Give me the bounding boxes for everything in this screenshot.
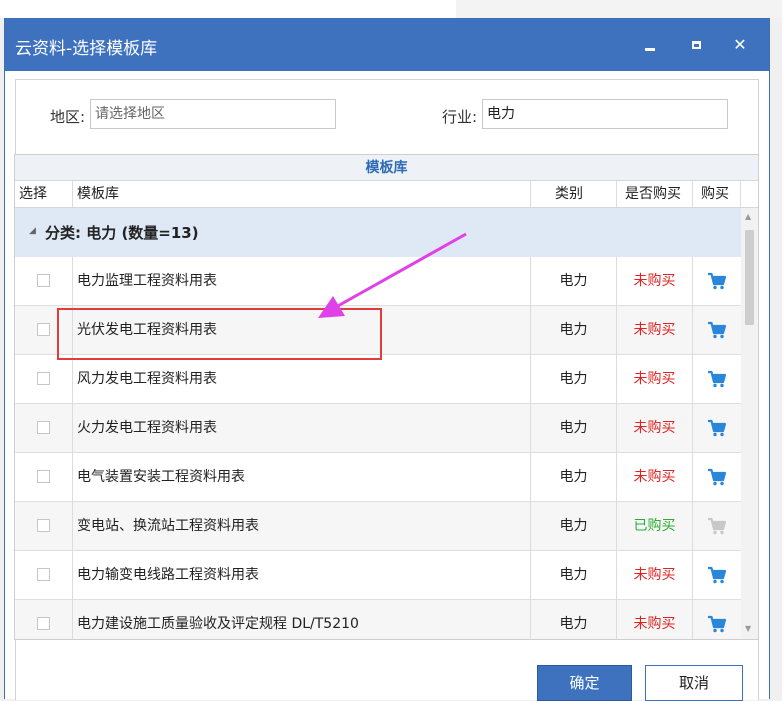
template-category: 电力	[531, 306, 617, 354]
table-row[interactable]: 电力建设施工质量验收及评定规程 DL/T5210 电力 未购买	[15, 600, 741, 639]
grid-title: 模板库	[15, 155, 758, 181]
table-row[interactable]: 电力输变电线路工程资料用表 电力 未购买	[15, 551, 741, 600]
table-row[interactable]: 电气装置安装工程资料用表 电力 未购买	[15, 453, 741, 502]
column-buy[interactable]: 购买	[693, 181, 741, 207]
minimize-button[interactable]	[633, 29, 667, 61]
shopping-cart-icon[interactable]	[707, 418, 727, 438]
background-right	[456, 0, 782, 18]
select-cell	[15, 355, 73, 403]
cancel-button[interactable]: 取消	[645, 665, 743, 701]
row-checkbox[interactable]	[37, 470, 50, 483]
buy-cell	[693, 600, 741, 639]
shopping-cart-icon[interactable]	[707, 369, 727, 389]
buy-cell	[693, 306, 741, 354]
row-checkbox[interactable]	[37, 323, 50, 336]
template-name: 风力发电工程资料用表	[73, 355, 531, 403]
buy-cell	[693, 551, 741, 599]
background-top	[0, 0, 456, 18]
template-category: 电力	[531, 502, 617, 550]
group-row-electric[interactable]: ◢ 分类: 电力 (数量=13)	[15, 208, 741, 257]
purchase-status: 未购买	[617, 355, 693, 403]
template-category: 电力	[531, 600, 617, 639]
purchase-status: 未购买	[617, 257, 693, 305]
template-name: 电气装置安装工程资料用表	[73, 453, 531, 501]
shopping-cart-icon[interactable]	[707, 565, 727, 585]
minimize-icon	[645, 47, 655, 51]
close-icon: ✕	[733, 35, 747, 54]
vertical-scrollbar[interactable]: ▲ ▼	[741, 208, 758, 639]
column-template[interactable]: 模板库	[73, 181, 531, 207]
template-name: 电力建设施工质量验收及评定规程 DL/T5210	[73, 600, 531, 639]
buy-cell	[693, 257, 741, 305]
buy-cell	[693, 355, 741, 403]
region-label: 地区:	[50, 108, 86, 126]
template-name: 火力发电工程资料用表	[73, 404, 531, 452]
ok-button[interactable]: 确定	[537, 665, 632, 701]
shopping-cart-icon[interactable]	[707, 271, 727, 291]
row-checkbox[interactable]	[37, 372, 50, 385]
column-purchase-status[interactable]: 是否购买	[617, 181, 693, 207]
table-row[interactable]: 光伏发电工程资料用表 电力 未购买	[15, 306, 741, 355]
table-row[interactable]: 电力监理工程资料用表 电力 未购买	[15, 257, 741, 306]
template-name: 电力输变电线路工程资料用表	[73, 551, 531, 599]
dialog-title: 云资料-选择模板库	[15, 39, 158, 59]
purchase-status: 未购买	[617, 306, 693, 354]
shopping-cart-icon[interactable]	[707, 614, 727, 634]
template-name: 电力监理工程资料用表	[73, 257, 531, 305]
buy-cell	[693, 404, 741, 452]
buy-cell	[693, 502, 741, 550]
shopping-cart-icon[interactable]	[707, 467, 727, 487]
maximize-icon	[691, 41, 701, 49]
template-category: 电力	[531, 551, 617, 599]
table-row[interactable]: 风力发电工程资料用表 电力 未购买	[15, 355, 741, 404]
table-row[interactable]: 火力发电工程资料用表 电力 未购买	[15, 404, 741, 453]
scroll-thumb[interactable]	[745, 230, 754, 325]
purchase-status: 未购买	[617, 453, 693, 501]
row-checkbox[interactable]	[37, 274, 50, 287]
purchase-status: 未购买	[617, 551, 693, 599]
row-checkbox[interactable]	[37, 568, 50, 581]
grid-header: 选择 模板库 类别 是否购买 购买	[15, 181, 758, 208]
select-cell	[15, 600, 73, 639]
row-checkbox[interactable]	[37, 617, 50, 630]
group-label: 分类: 电力 (数量=13)	[45, 224, 199, 242]
template-category: 电力	[531, 355, 617, 403]
shopping-cart-icon[interactable]	[707, 320, 727, 340]
select-cell	[15, 404, 73, 452]
row-checkbox[interactable]	[37, 421, 50, 434]
close-button[interactable]: ✕	[723, 29, 757, 61]
shopping-cart-icon	[708, 517, 727, 535]
industry-label: 行业:	[442, 108, 478, 126]
select-cell	[15, 257, 73, 305]
industry-select[interactable]: 电力	[482, 99, 728, 129]
column-select[interactable]: 选择	[15, 181, 73, 207]
region-select[interactable]: 请选择地区	[90, 99, 336, 129]
template-grid: 模板库 选择 模板库 类别 是否购买 购买 ◢ 分类: 电力 (数量=13) 电…	[14, 154, 759, 640]
purchase-status: 未购买	[617, 600, 693, 639]
template-name: 光伏发电工程资料用表	[73, 306, 531, 354]
table-row[interactable]: 变电站、换流站工程资料用表 电力 已购买	[15, 502, 741, 551]
maximize-button[interactable]	[679, 29, 713, 61]
purchase-status: 已购买	[617, 502, 693, 550]
template-category: 电力	[531, 453, 617, 501]
select-cell	[15, 502, 73, 550]
select-cell	[15, 551, 73, 599]
template-category: 电力	[531, 257, 617, 305]
purchase-status: 未购买	[617, 404, 693, 452]
template-name: 变电站、换流站工程资料用表	[73, 502, 531, 550]
scroll-up-icon[interactable]: ▲	[745, 212, 751, 221]
dialog-titlebar[interactable]: 云资料-选择模板库 ✕	[5, 19, 769, 71]
select-cell	[15, 306, 73, 354]
template-category: 电力	[531, 404, 617, 452]
scroll-down-icon[interactable]: ▼	[745, 624, 751, 633]
select-cell	[15, 453, 73, 501]
collapse-arrow-icon[interactable]: ◢	[29, 226, 36, 236]
row-checkbox[interactable]	[37, 519, 50, 532]
column-category[interactable]: 类别	[531, 181, 617, 207]
buy-cell	[693, 453, 741, 501]
